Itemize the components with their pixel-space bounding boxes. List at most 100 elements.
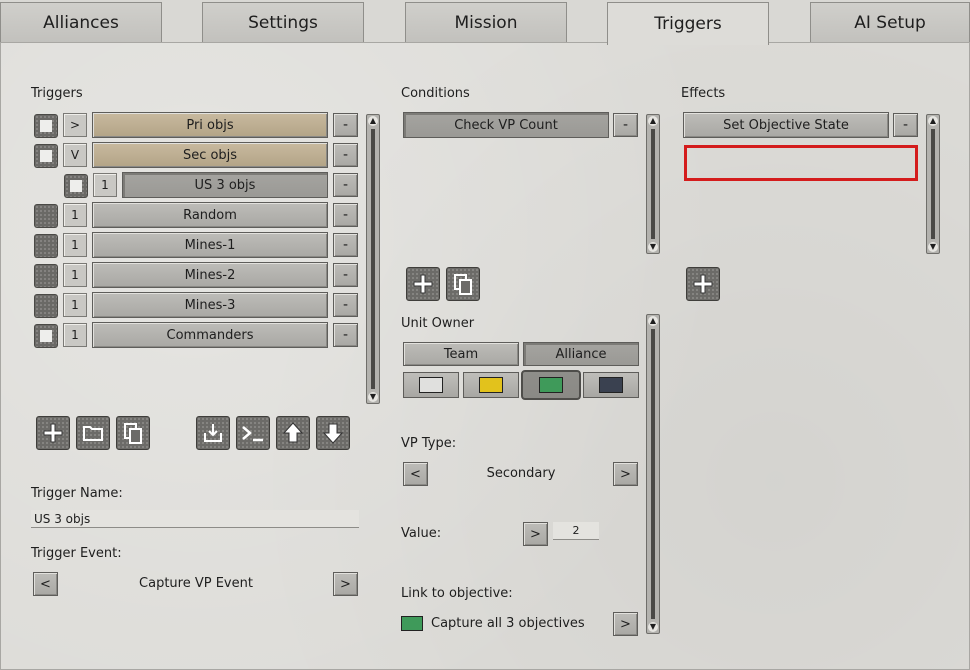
color-swatch	[419, 377, 443, 393]
remove-trigger-button[interactable]: -	[333, 263, 358, 287]
link-objective-next-button[interactable]: >	[613, 612, 638, 636]
trigger-count: 1	[63, 263, 87, 287]
effect-item[interactable]: Set Objective State	[683, 112, 889, 138]
trigger-item[interactable]: Commanders	[92, 322, 328, 348]
link-objective-value: Capture all 3 objectives	[431, 616, 585, 631]
move-up-button[interactable]	[276, 416, 310, 450]
add-trigger-button[interactable]	[36, 416, 70, 450]
add-condition-button[interactable]	[406, 267, 440, 301]
copy-condition-button[interactable]	[446, 267, 480, 301]
tab-mission[interactable]: Mission	[405, 2, 567, 42]
trigger-count: 1	[63, 293, 87, 317]
trigger-count: 1	[93, 173, 117, 197]
trigger-checkbox[interactable]	[34, 144, 58, 168]
copy-trigger-button[interactable]	[116, 416, 150, 450]
trigger-item[interactable]: Random	[92, 202, 328, 228]
trigger-item[interactable]: Mines-3	[92, 292, 328, 318]
event-prev-button[interactable]: <	[33, 572, 58, 596]
scroll-up-icon[interactable]: ▲	[368, 116, 378, 126]
trigger-item[interactable]: Sec objs	[92, 142, 328, 168]
vp-type-next-button[interactable]: >	[613, 462, 638, 486]
folder-button[interactable]	[76, 416, 110, 450]
remove-trigger-button[interactable]: -	[333, 143, 358, 167]
alliance-button[interactable]: Alliance	[523, 342, 639, 366]
trigger-checkbox[interactable]	[34, 264, 58, 288]
value-increase-button[interactable]: >	[523, 522, 548, 546]
effects-heading: Effects	[681, 86, 726, 101]
vp-type-prev-button[interactable]: <	[403, 462, 428, 486]
scroll-up-icon[interactable]: ▲	[648, 116, 658, 126]
scroll-track[interactable]	[651, 129, 655, 239]
tab-alliances[interactable]: Alliances	[0, 2, 162, 42]
trigger-checkbox[interactable]	[34, 114, 58, 138]
team-button[interactable]: Team	[403, 342, 519, 366]
trigger-name-field[interactable]: US 3 objs	[31, 510, 359, 528]
remove-trigger-button[interactable]: -	[333, 173, 358, 197]
value-label: Value:	[401, 526, 442, 541]
arrow-down-icon	[322, 423, 344, 444]
color-green-button[interactable]	[521, 370, 581, 400]
trigger-checkbox[interactable]	[34, 234, 58, 258]
scroll-down-icon[interactable]: ▼	[648, 242, 658, 252]
triggers-scrollbar[interactable]: ▲ ▼	[366, 114, 380, 404]
import-button[interactable]	[196, 416, 230, 450]
add-effect-button[interactable]	[686, 267, 720, 301]
trigger-item[interactable]: Mines-1	[92, 232, 328, 258]
trigger-expand-toggle[interactable]: >	[63, 113, 87, 137]
trigger-count: 1	[63, 323, 87, 347]
copy-icon	[124, 423, 142, 444]
link-objective-label: Link to objective:	[401, 586, 513, 601]
color-yellow-button[interactable]	[463, 372, 519, 398]
remove-trigger-button[interactable]: -	[333, 203, 358, 227]
download-icon	[204, 424, 222, 442]
scroll-down-icon[interactable]: ▼	[368, 392, 378, 402]
tab-ai-setup[interactable]: AI Setup	[810, 2, 970, 42]
color-swatch	[479, 377, 503, 393]
tab-triggers[interactable]: Triggers	[607, 2, 769, 45]
trigger-checkbox[interactable]	[64, 174, 88, 198]
trigger-checkbox[interactable]	[34, 204, 58, 228]
trigger-item[interactable]: Pri objs	[92, 112, 328, 138]
condition-item[interactable]: Check VP Count	[403, 112, 609, 138]
scroll-track[interactable]	[371, 129, 375, 389]
terminal-icon	[242, 426, 263, 442]
scroll-up-icon[interactable]: ▲	[928, 116, 938, 126]
console-button[interactable]	[236, 416, 270, 450]
color-white-button[interactable]	[403, 372, 459, 398]
plus-icon	[43, 423, 63, 443]
remove-condition-button[interactable]: -	[613, 113, 638, 137]
objective-color-swatch	[401, 616, 423, 631]
conditions-scrollbar[interactable]: ▲ ▼	[646, 114, 660, 254]
vp-type-value: Secondary	[486, 466, 556, 481]
scroll-up-icon[interactable]: ▲	[648, 316, 658, 326]
scroll-track[interactable]	[931, 129, 935, 239]
scroll-down-icon[interactable]: ▼	[648, 622, 658, 632]
effects-scrollbar[interactable]: ▲ ▼	[926, 114, 940, 254]
trigger-checkbox[interactable]	[34, 324, 58, 348]
scroll-track[interactable]	[651, 329, 655, 619]
color-swatch	[599, 377, 623, 393]
remove-trigger-button[interactable]: -	[333, 113, 358, 137]
move-down-button[interactable]	[316, 416, 350, 450]
trigger-checkbox[interactable]	[34, 294, 58, 318]
plus-icon	[413, 274, 433, 294]
trigger-count: 1	[63, 233, 87, 257]
remove-effect-button[interactable]: -	[893, 113, 918, 137]
scroll-down-icon[interactable]: ▼	[928, 242, 938, 252]
remove-trigger-button[interactable]: -	[333, 323, 358, 347]
color-dark-button[interactable]	[583, 372, 639, 398]
value-field[interactable]: 2	[553, 522, 599, 540]
unit-owner-scrollbar[interactable]: ▲ ▼	[646, 314, 660, 634]
trigger-expand-toggle[interactable]: V	[63, 143, 87, 167]
triggers-heading: Triggers	[31, 86, 83, 101]
remove-trigger-button[interactable]: -	[333, 293, 358, 317]
remove-trigger-button[interactable]: -	[333, 233, 358, 257]
trigger-item[interactable]: Mines-2	[92, 262, 328, 288]
trigger-item-selected[interactable]: US 3 objs	[122, 172, 328, 198]
tab-settings[interactable]: Settings	[202, 2, 364, 42]
trigger-event-value: Capture VP Event	[139, 576, 253, 591]
copy-icon	[454, 274, 472, 295]
plus-icon	[693, 274, 713, 294]
event-next-button[interactable]: >	[333, 572, 358, 596]
unit-owner-label: Unit Owner	[401, 316, 475, 331]
